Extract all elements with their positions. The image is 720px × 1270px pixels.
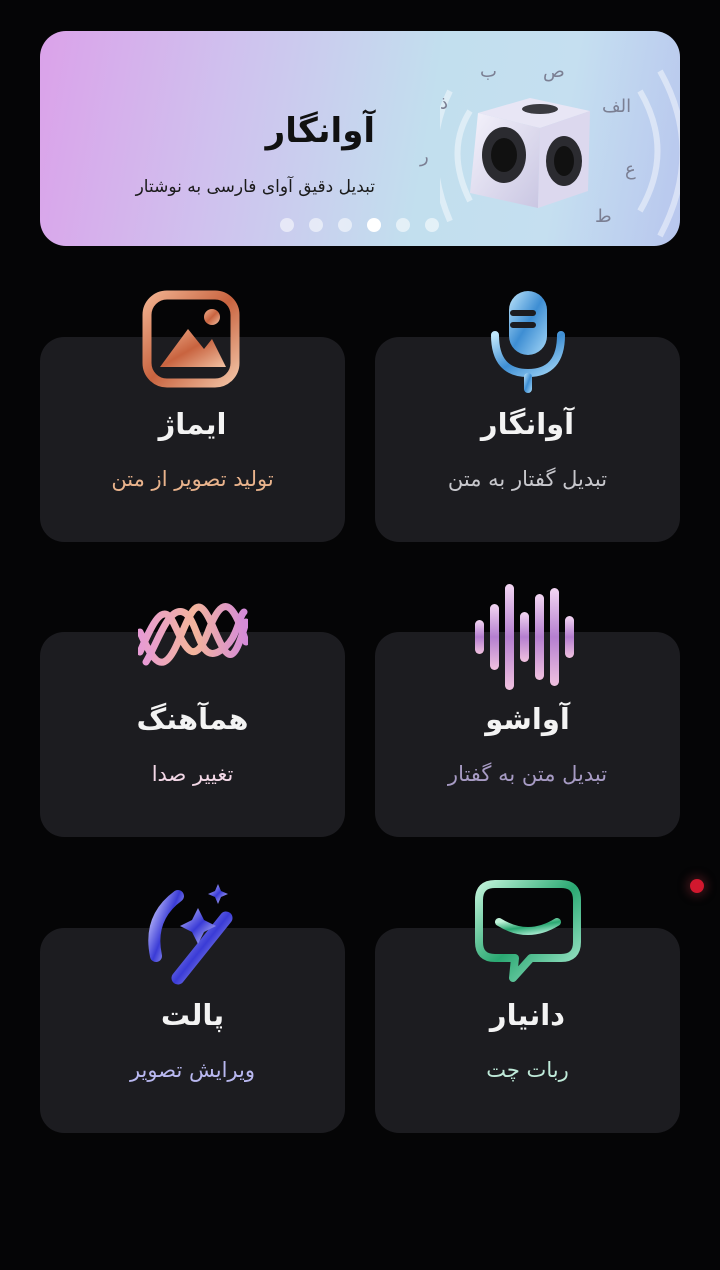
service-card-imaj[interactable]: ایماژ تولید تصویر از متن — [40, 290, 345, 542]
magic-wand-icon — [147, 884, 232, 985]
banner-letter: ذ — [440, 93, 449, 114]
banner-letter: ص — [543, 61, 565, 82]
service-card-avanegar[interactable]: آوانگار تبدیل گفتار به متن — [375, 291, 680, 542]
banner-letter: ع — [625, 159, 636, 180]
promo-banner[interactable]: ص ب الف ذ ر ع ط آوانگار تبدیل دقیق آوای … — [40, 31, 680, 246]
banner-subtitle: تبدیل دقیق آوای فارسی به نوشتار — [135, 177, 375, 197]
card-title: همآهنگ — [136, 702, 249, 736]
card-title: ایماژ — [158, 407, 227, 441]
carousel-dot[interactable] — [338, 218, 352, 232]
chat-icon — [474, 880, 581, 982]
card-title: پالت — [160, 998, 225, 1032]
recording-indicator — [690, 879, 704, 893]
service-card-palet[interactable]: پالت ویرایش تصویر — [40, 884, 345, 1133]
wave-icon — [137, 603, 248, 666]
service-card-daniyar[interactable]: دانیار ربات چت — [375, 880, 680, 1133]
speaker-cube-icon — [470, 98, 590, 208]
card-title: دانیار — [489, 998, 566, 1032]
card-subtitle: ویرایش تصویر — [129, 1058, 256, 1082]
card-title: آوانگار — [480, 407, 575, 441]
card-title: آواشو — [485, 702, 570, 736]
card-subtitle: تبدیل متن به گفتار — [447, 762, 608, 786]
card-subtitle: تغییر صدا — [151, 762, 234, 786]
card-subtitle: تولید تصویر از متن — [111, 467, 274, 491]
image-icon — [142, 290, 239, 388]
sound-bars-icon — [474, 584, 574, 690]
carousel-dot[interactable] — [396, 218, 410, 232]
card-subtitle: تبدیل گفتار به متن — [447, 467, 608, 491]
banner-letter: ب — [480, 61, 497, 82]
carousel-dot[interactable] — [280, 218, 294, 232]
carousel-indicator[interactable] — [280, 218, 439, 232]
carousel-dot[interactable] — [425, 218, 439, 232]
service-card-avasho[interactable]: آواشو تبدیل متن به گفتار — [375, 584, 680, 837]
carousel-dot-active[interactable] — [367, 218, 381, 232]
card-subtitle: ربات چت — [486, 1058, 569, 1082]
service-card-hamahang[interactable]: همآهنگ تغییر صدا — [40, 603, 345, 837]
banner-title: آوانگار — [265, 111, 375, 151]
banner-letter: الف — [602, 96, 632, 117]
microphone-icon — [490, 291, 565, 393]
banner-letter: ر — [420, 146, 429, 167]
carousel-dot[interactable] — [309, 218, 323, 232]
